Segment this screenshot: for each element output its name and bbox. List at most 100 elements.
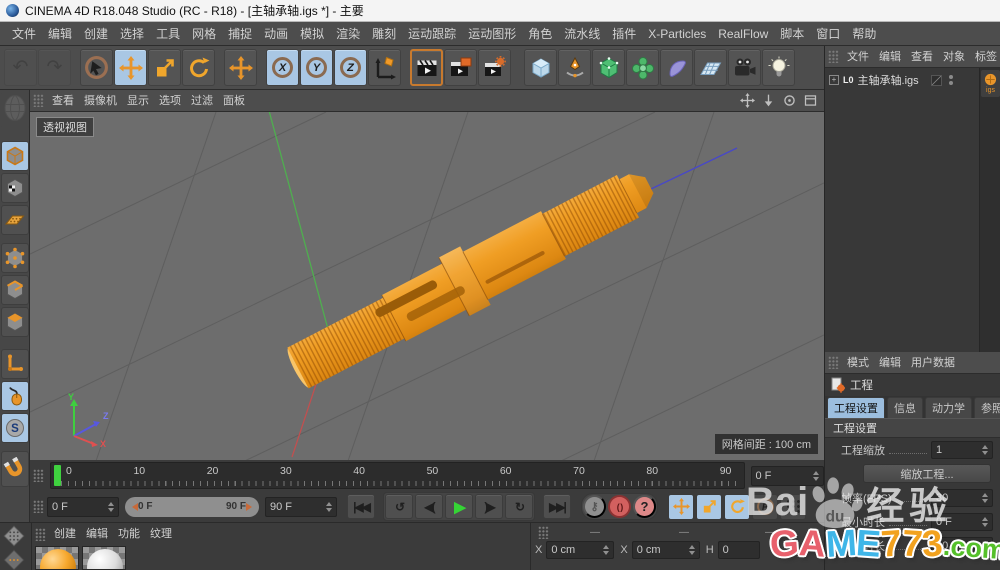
lock-x-axis-button[interactable]: X (266, 49, 299, 86)
tab-referencing[interactable]: 参照 (974, 397, 1000, 418)
pan-view-icon[interactable] (739, 93, 756, 109)
lock-z-axis-button[interactable]: Z (334, 49, 367, 86)
menu-item-18[interactable]: 脚本 (774, 22, 810, 45)
goto-start-button[interactable]: |◀◀ (347, 494, 375, 519)
menu-item-6[interactable]: 捕捉 (222, 22, 258, 45)
object-name[interactable]: 主轴承轴.igs (858, 72, 919, 88)
magnet-tool-button[interactable] (0, 451, 29, 487)
autokey-record-button[interactable]: ( ) (608, 495, 631, 518)
object-manager-menu-item-3[interactable]: 对象 (938, 46, 970, 67)
uv-mode-button[interactable] (0, 205, 29, 235)
zoom-view-icon[interactable] (760, 93, 777, 109)
min-time-spinner[interactable] (978, 517, 988, 527)
project-scale-spinner[interactable] (978, 445, 988, 455)
current-frame-field[interactable]: 0 F (750, 465, 824, 486)
material-swatch-white[interactable] (82, 546, 126, 570)
position-column-header[interactable]: — (552, 527, 638, 538)
rotation-key-toggle[interactable] (724, 493, 750, 520)
add-deformer-button[interactable] (660, 49, 693, 86)
add-camera-button[interactable] (728, 49, 761, 86)
material-menu-item-0[interactable]: 创建 (49, 523, 81, 545)
position-key-toggle[interactable] (668, 493, 694, 520)
add-spline-button[interactable] (558, 49, 591, 86)
tab-info[interactable]: 信息 (887, 397, 923, 418)
size-x-spinner[interactable] (685, 545, 695, 555)
next-frame-button[interactable]: )▶ (475, 494, 503, 519)
view-label[interactable]: 透视视图 (36, 117, 94, 137)
material-manager-tab-icon[interactable] (1, 524, 27, 548)
project-scale-field[interactable]: 1 (931, 441, 993, 459)
viewport-menu-item-5[interactable]: 面板 (218, 90, 250, 111)
max-time-field[interactable]: 90 F (931, 537, 993, 555)
viewport-menu-handle[interactable] (33, 94, 44, 107)
move-tool-button[interactable] (114, 49, 147, 86)
object-manager[interactable]: + L0 主轴承轴.igs igs (825, 68, 1000, 352)
last-tool-button[interactable] (224, 49, 257, 86)
menu-item-20[interactable]: 帮助 (846, 22, 882, 45)
menu-item-10[interactable]: 雕刻 (366, 22, 402, 45)
position-x-spinner[interactable] (599, 545, 610, 555)
material-menu-item-2[interactable]: 功能 (113, 523, 145, 545)
object-manager-menu-item-4[interactable]: 标签 (970, 46, 1000, 67)
sculpt-mode-button[interactable] (0, 91, 29, 129)
menu-item-7[interactable]: 动画 (258, 22, 294, 45)
material-menu-handle[interactable] (35, 527, 46, 541)
range-end-spinner[interactable] (322, 501, 332, 512)
fps-spinner[interactable] (978, 493, 988, 503)
texture-tag-icon[interactable] (930, 74, 942, 86)
object-manager-menu-item-0[interactable]: 文件 (842, 46, 874, 67)
redo-button[interactable]: ↷ (38, 49, 71, 86)
render-region-button[interactable] (444, 49, 477, 86)
min-time-field[interactable]: 0 F (931, 513, 993, 531)
previous-key-button[interactable]: ↺ (385, 494, 413, 519)
render-view-button[interactable] (410, 49, 443, 86)
timeline-playhead[interactable] (54, 465, 61, 486)
menu-item-13[interactable]: 角色 (522, 22, 558, 45)
menu-item-14[interactable]: 流水线 (558, 22, 606, 45)
add-array-generator-button[interactable] (626, 49, 659, 86)
viewport-menu-item-4[interactable]: 过滤 (186, 90, 218, 111)
scene-file-tab[interactable]: igs (981, 70, 1000, 97)
menu-item-4[interactable]: 工具 (150, 22, 186, 45)
range-start-spinner[interactable] (104, 501, 114, 512)
attribute-manager-handle[interactable] (828, 356, 839, 369)
material-swatch-orange[interactable] (35, 546, 79, 570)
range-end-field[interactable]: 90 F (265, 496, 337, 517)
scale-tool-button[interactable] (148, 49, 181, 86)
snap-button[interactable]: S (0, 413, 29, 443)
coordinates-handle[interactable] (538, 525, 549, 539)
add-subdivision-surface-button[interactable] (592, 49, 625, 86)
object-manager-menu-item-2[interactable]: 查看 (906, 46, 938, 67)
workplane-button[interactable] (0, 349, 29, 379)
fps-field[interactable]: 30 (931, 489, 993, 507)
menu-item-2[interactable]: 创建 (78, 22, 114, 45)
material-layer-tab-icon[interactable] (1, 548, 27, 570)
play-button[interactable]: ▶ (445, 494, 473, 519)
transport-handle[interactable] (33, 500, 44, 513)
viewport-menu-item-3[interactable]: 选项 (154, 90, 186, 111)
project-settings-section-header[interactable]: 工程设置 (825, 418, 1000, 438)
menu-item-5[interactable]: 网格 (186, 22, 222, 45)
tab-project-settings[interactable]: 工程设置 (827, 397, 885, 418)
render-settings-button[interactable] (478, 49, 511, 86)
material-menu-item-1[interactable]: 编辑 (81, 523, 113, 545)
rotate-view-icon[interactable] (781, 93, 798, 109)
object-row[interactable]: + L0 主轴承轴.igs (829, 72, 953, 88)
viewport-menu-item-0[interactable]: 查看 (47, 90, 79, 111)
expand-icon[interactable]: + (829, 75, 839, 85)
model-mode-button[interactable] (0, 141, 29, 171)
menu-item-11[interactable]: 运动跟踪 (402, 22, 462, 45)
rotate-tool-button[interactable] (182, 49, 215, 86)
scale-key-toggle[interactable] (696, 493, 722, 520)
polygons-mode-button[interactable] (0, 307, 29, 337)
viewport-scene[interactable] (30, 112, 824, 460)
visibility-dots-icon[interactable] (948, 75, 953, 85)
max-time-spinner[interactable] (978, 541, 988, 551)
attribute-menu-item-2[interactable]: 用户数据 (906, 352, 960, 373)
menu-item-16[interactable]: X-Particles (642, 22, 712, 45)
goto-end-button[interactable]: ▶▶| (543, 494, 571, 519)
frame-range-slider[interactable]: 0 F 90 F (125, 496, 259, 517)
menu-item-17[interactable]: RealFlow (712, 22, 774, 45)
next-key-button[interactable]: ↻ (505, 494, 533, 519)
position-x-field[interactable]: 0 cm (546, 541, 615, 559)
